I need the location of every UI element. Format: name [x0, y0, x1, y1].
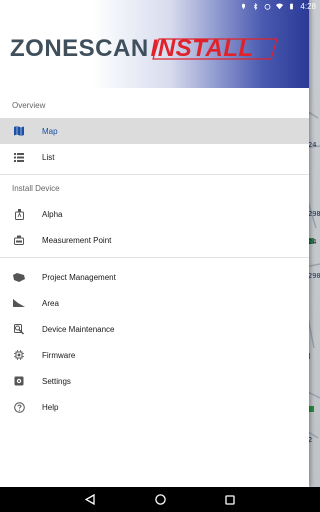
home-icon — [154, 494, 166, 505]
map-label: 298 — [308, 210, 320, 218]
project-management-icon — [13, 271, 25, 283]
measurement-point-icon — [13, 234, 25, 246]
logo-install-badge: INSTALL — [150, 35, 278, 62]
drawer-header: ZONESCAN INSTALL — [0, 0, 309, 88]
status-time: 4:28 — [300, 2, 316, 11]
back-button[interactable] — [83, 493, 97, 507]
system-navigation-bar — [0, 487, 320, 512]
menu-item-project-management[interactable]: Project Management — [0, 264, 309, 290]
android-icon — [4, 4, 11, 10]
bluetooth-icon — [254, 3, 258, 10]
section-header-overview: Overview — [12, 100, 46, 110]
menu-item-help[interactable]: Help — [0, 394, 309, 420]
menu-item-label: Help — [42, 402, 59, 412]
back-icon — [85, 494, 95, 505]
status-bar: 4:28 — [0, 0, 320, 13]
notification-icon — [16, 3, 23, 10]
location-icon — [242, 3, 246, 10]
battery-icon — [290, 3, 294, 10]
app-logo: ZONESCAN INSTALL — [10, 35, 278, 62]
logo-word-zonescan: ZONESCAN — [10, 35, 149, 62]
area-icon — [13, 297, 25, 309]
map-label: 24 — [308, 141, 317, 149]
menu-item-map[interactable]: Map — [0, 118, 309, 144]
map-icon — [13, 125, 25, 137]
recents-button[interactable] — [223, 493, 237, 507]
map-label: 290 — [308, 272, 320, 280]
menu-item-label: Alpha — [42, 209, 63, 219]
logo-word-install: INSTALL — [150, 35, 254, 62]
alarm-icon — [265, 3, 271, 10]
divider — [0, 257, 309, 258]
menu-item-area[interactable]: Area — [0, 290, 309, 316]
menu-item-label: List — [42, 152, 55, 162]
alpha-icon — [13, 208, 25, 220]
menu-item-device-maintenance[interactable]: Device Maintenance — [0, 316, 309, 342]
map-label: 24 — [308, 238, 317, 246]
menu-item-list[interactable]: List — [0, 144, 309, 170]
device-maintenance-icon — [13, 323, 25, 335]
menu-item-settings[interactable]: Settings — [0, 368, 309, 394]
menu-item-label: Project Management — [42, 272, 116, 282]
home-button[interactable] — [153, 493, 167, 507]
menu-item-measurement-point[interactable]: Measurement Point — [0, 227, 309, 253]
section-header-install-device: Install Device — [12, 183, 60, 193]
navigation-drawer: ZONESCAN INSTALL Overview Map List Insta… — [0, 0, 309, 487]
recents-icon — [225, 494, 235, 505]
wifi-icon — [276, 3, 284, 10]
menu-item-label: Settings — [42, 376, 71, 386]
menu-item-label: Map — [42, 126, 58, 136]
menu-item-alpha[interactable]: Alpha — [0, 201, 309, 227]
settings-icon — [13, 375, 25, 387]
list-icon — [13, 151, 25, 163]
menu-item-label: Measurement Point — [42, 235, 112, 245]
menu-item-firmware[interactable]: Firmware — [0, 342, 309, 368]
menu-item-label: Device Maintenance — [42, 324, 115, 334]
menu-item-label: Firmware — [42, 350, 76, 360]
menu-item-label: Area — [42, 298, 59, 308]
firmware-icon — [13, 349, 25, 361]
help-icon — [13, 401, 25, 413]
